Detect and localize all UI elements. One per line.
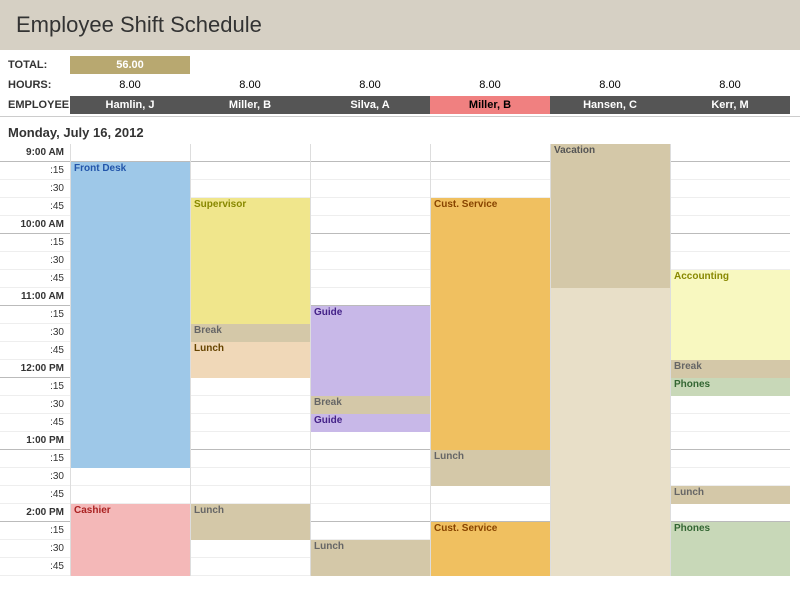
time-900: 9:00 AM bbox=[0, 144, 70, 162]
silva-break-2: Break bbox=[311, 396, 430, 414]
miller-lunch-2: Lunch bbox=[191, 504, 310, 540]
time-1015: :15 bbox=[0, 234, 70, 252]
time-130: :30 bbox=[0, 468, 70, 486]
col-hamlin: Front Desk Cashier bbox=[70, 144, 190, 576]
silva-guide-1: Guide bbox=[311, 306, 430, 396]
page-title: Employee Shift Schedule bbox=[0, 0, 800, 50]
hansen-vacation: Vacation bbox=[551, 144, 670, 288]
kerr-lunch: Lunch bbox=[671, 486, 790, 504]
time-1000: 10:00 AM bbox=[0, 216, 70, 234]
time-115: :15 bbox=[0, 450, 70, 468]
col-kerr: Accounting Break Phones Lunch Phones bbox=[670, 144, 790, 576]
time-930: :30 bbox=[0, 180, 70, 198]
time-230: :30 bbox=[0, 540, 70, 558]
time-100: 1:00 PM bbox=[0, 432, 70, 450]
kerr-phones-1: Phones bbox=[671, 378, 790, 396]
time-145: :45 bbox=[0, 486, 70, 504]
col-hansen: Vacation bbox=[550, 144, 670, 576]
total-value: 56.00 bbox=[70, 56, 190, 74]
time-1045: :45 bbox=[0, 270, 70, 288]
hours-miller1: 8.00 bbox=[190, 76, 310, 94]
emp-kerr: Kerr, M bbox=[670, 96, 790, 114]
time-915: :15 bbox=[0, 162, 70, 180]
time-1030: :30 bbox=[0, 252, 70, 270]
silva-guide-2: Guide bbox=[311, 414, 430, 432]
hamlin-cashier: Cashier bbox=[71, 504, 190, 576]
emp-silva: Silva, A bbox=[310, 96, 430, 114]
day-label: Monday, July 16, 2012 bbox=[0, 117, 800, 144]
total-label: TOTAL: bbox=[0, 59, 70, 71]
total-row: TOTAL: 56.00 bbox=[0, 56, 800, 74]
hours-kerr: 8.00 bbox=[670, 76, 790, 94]
miller2-cust-service-1: Cust. Service bbox=[431, 198, 550, 450]
time-1145: :45 bbox=[0, 342, 70, 360]
time-1215: :15 bbox=[0, 378, 70, 396]
time-945: :45 bbox=[0, 198, 70, 216]
miller-supervisor-1: Supervisor bbox=[191, 198, 310, 342]
time-column: 9:00 AM :15 :30 :45 10:00 AM :15 :30 :45… bbox=[0, 144, 70, 576]
hours-label: HOURS: bbox=[0, 79, 70, 91]
hours-row: HOURS: 8.00 8.00 8.00 8.00 8.00 8.00 bbox=[0, 76, 800, 94]
miller2-lunch: Lunch bbox=[431, 450, 550, 486]
data-columns: Front Desk Cashier Supervisor Break Lunc… bbox=[70, 144, 800, 576]
time-1200: 12:00 PM bbox=[0, 360, 70, 378]
hamlin-front-desk-1: Front Desk bbox=[71, 162, 190, 468]
time-200: 2:00 PM bbox=[0, 504, 70, 522]
hours-hansen: 8.00 bbox=[550, 76, 670, 94]
col-silva: Guide Break Guide Lunch bbox=[310, 144, 430, 576]
emp-miller2: Miller, B bbox=[430, 96, 550, 114]
employee-label: EMPLOYEE: bbox=[0, 99, 70, 111]
header-section: TOTAL: 56.00 HOURS: 8.00 8.00 8.00 8.00 … bbox=[0, 50, 800, 117]
time-1115: :15 bbox=[0, 306, 70, 324]
kerr-phones-2: Phones bbox=[671, 522, 790, 576]
time-1130: :30 bbox=[0, 324, 70, 342]
time-1230: :30 bbox=[0, 396, 70, 414]
kerr-break: Break bbox=[671, 360, 790, 378]
kerr-accounting: Accounting bbox=[671, 270, 790, 360]
hours-hamlin: 8.00 bbox=[70, 76, 190, 94]
employee-row: EMPLOYEE: Hamlin, J Miller, B Silva, A M… bbox=[0, 96, 800, 114]
time-1100: 11:00 AM bbox=[0, 288, 70, 306]
emp-hamlin: Hamlin, J bbox=[70, 96, 190, 114]
miller2-cust-service-2: Cust. Service bbox=[431, 522, 550, 576]
col-miller1: Supervisor Break Lunch Lunch bbox=[190, 144, 310, 576]
time-245: :45 bbox=[0, 558, 70, 576]
time-1245: :45 bbox=[0, 414, 70, 432]
miller-lunch-1: Lunch bbox=[191, 342, 310, 378]
miller-break-1: Break bbox=[191, 324, 310, 342]
emp-miller1: Miller, B bbox=[190, 96, 310, 114]
hours-miller2: 8.00 bbox=[430, 76, 550, 94]
time-215: :15 bbox=[0, 522, 70, 540]
emp-hansen: Hansen, C bbox=[550, 96, 670, 114]
grid-body: 9:00 AM :15 :30 :45 10:00 AM :15 :30 :45… bbox=[0, 144, 800, 576]
schedule-grid: .grid-body { display: flex; flex-directi… bbox=[0, 144, 800, 576]
silva-lunch: Lunch bbox=[311, 540, 430, 576]
hours-silva: 8.00 bbox=[310, 76, 430, 94]
col-miller2: Cust. Service Lunch Cust. Service bbox=[430, 144, 550, 576]
